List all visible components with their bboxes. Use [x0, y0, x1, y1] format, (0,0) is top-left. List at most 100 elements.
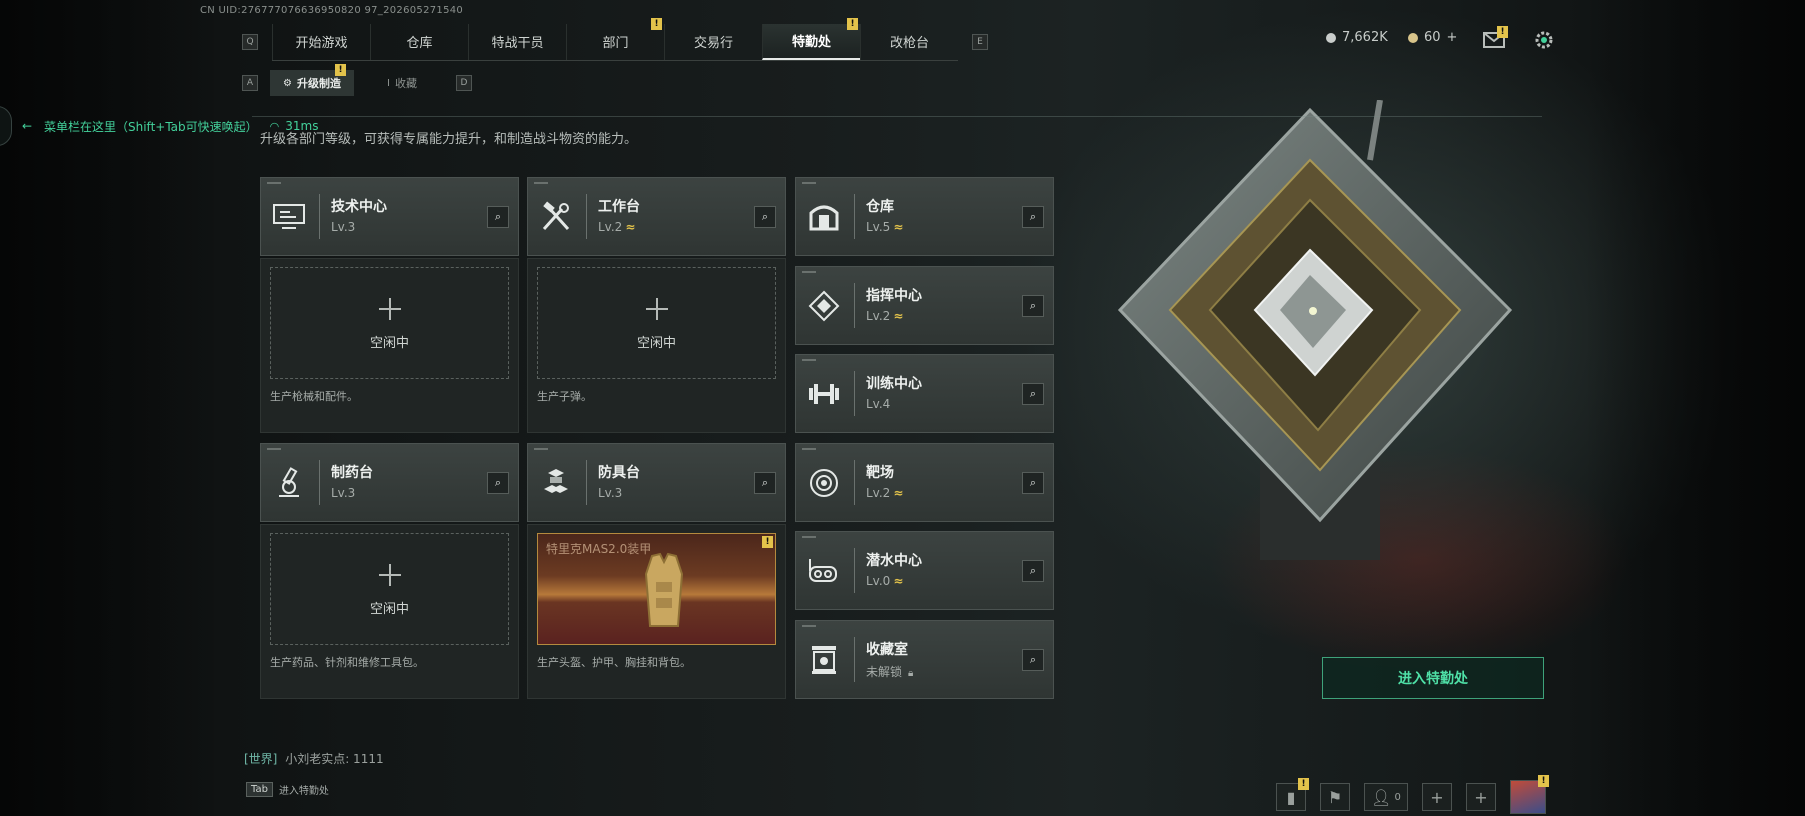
station-name: 仓库: [866, 199, 894, 215]
add-slot-button[interactable]: +: [1466, 783, 1496, 811]
flag-button[interactable]: ⚑: [1320, 783, 1350, 811]
tab-hint[interactable]: Tab 进入特勤处: [246, 782, 329, 797]
notification-badge: !: [651, 17, 662, 30]
search-icon: ⌕: [1029, 298, 1037, 312]
tab-hint-label: 进入特勤处: [278, 786, 329, 797]
top-navigation: Q 开始游戏 仓库 特战干员 部门! 交易行 特勤处! 改枪台 E: [242, 17, 988, 61]
subtab-upgrade-craft[interactable]: ⚙ 升级制造 !: [270, 64, 354, 96]
station-card-training[interactable]: 训练中心 Lv.4 ⌕: [795, 354, 1054, 433]
sub-navigation: A ⚙ 升级制造 ! Ⅰ 收藏 D: [242, 64, 472, 96]
production-panel-workbench: 空闲中 生产子弹。: [527, 258, 786, 433]
production-slot[interactable]: 空闲中: [537, 267, 776, 379]
nav-next-key[interactable]: E: [972, 34, 988, 50]
level-text: 未解锁: [866, 665, 903, 679]
tab-gunsmith[interactable]: 改枪台: [860, 23, 958, 60]
notification-badge: !: [762, 536, 773, 548]
card-divider: [319, 460, 320, 505]
user-uid: CN UID:276777076636950820 97_20260527154…: [200, 5, 464, 16]
subnav-next-key[interactable]: D: [456, 75, 472, 91]
production-item-slot[interactable]: 特里克MAS2.0装甲 !: [537, 533, 776, 645]
currency-coins[interactable]: 7,662K: [1326, 30, 1388, 45]
subnav-prev-key[interactable]: A: [242, 75, 258, 91]
station-card-range[interactable]: 靶场 Lv.2 ≈ ⌕: [795, 443, 1054, 522]
level-text: Lv.2: [598, 220, 623, 234]
upgrade-arrow-icon: ≈: [893, 574, 904, 588]
station-card-collection[interactable]: 收藏室 未解锁 🔒︎ ⌕: [795, 620, 1054, 699]
mail-icon[interactable]: !: [1482, 26, 1508, 54]
divider-line: [252, 116, 1542, 117]
tab-department[interactable]: 部门!: [566, 17, 664, 60]
search-button[interactable]: ⌕: [1022, 294, 1044, 317]
station-level: Lv.2 ≈: [598, 220, 635, 234]
add-ticket-button[interactable]: +: [1447, 30, 1458, 45]
card-corner-mark: [267, 182, 281, 184]
station-card-command[interactable]: 指挥中心 Lv.2 ≈ ⌕: [795, 266, 1054, 345]
world-chat-line[interactable]: [世界] 小刘老实点: 1111: [244, 750, 384, 767]
page-description: 升级各部门等级，可获得专属能力提升，和制造战斗物资的能力。: [260, 132, 638, 147]
search-button[interactable]: ⌕: [754, 205, 776, 228]
search-button[interactable]: ⌕: [1022, 559, 1044, 582]
card-divider: [854, 371, 855, 416]
tab-label: 开始游戏: [295, 36, 348, 51]
station-card-tech[interactable]: 技术中心 Lv.3 ⌕: [260, 177, 519, 256]
card-corner-mark: [802, 536, 816, 538]
slot-status: 空闲中: [636, 336, 676, 351]
microscope-icon: [271, 465, 307, 501]
station-level: Lv.4: [866, 397, 890, 411]
station-card-armor[interactable]: 防具台 Lv.3 ⌕: [527, 443, 786, 522]
panel-description: 生产枪械和配件。: [270, 390, 358, 403]
search-button[interactable]: ⌕: [1022, 471, 1044, 494]
settings-gear-icon[interactable]: [1532, 28, 1558, 54]
search-button[interactable]: ⌕: [1022, 205, 1044, 228]
card-corner-mark: [534, 448, 548, 450]
search-icon: ⌕: [1029, 386, 1037, 400]
search-button[interactable]: ⌕: [1022, 382, 1044, 405]
dive-mask-icon: [806, 553, 842, 589]
search-icon: ⌕: [1029, 209, 1037, 223]
card-divider: [854, 460, 855, 505]
coin-icon: [1326, 32, 1336, 43]
nav-prev-key[interactable]: Q: [242, 34, 258, 50]
subtab-collection[interactable]: Ⅰ 收藏: [360, 70, 444, 96]
notification-badge: !: [335, 64, 346, 76]
tab-warehouse[interactable]: 仓库: [370, 23, 468, 60]
tab-special-ops[interactable]: 特勤处!: [762, 17, 860, 60]
search-button[interactable]: ⌕: [487, 471, 509, 494]
card-divider: [854, 283, 855, 328]
production-slot[interactable]: 空闲中: [270, 533, 509, 645]
station-card-warehouse[interactable]: 仓库 Lv.5 ≈ ⌕: [795, 177, 1054, 256]
station-name: 技术中心: [331, 199, 387, 215]
search-button[interactable]: ⌕: [754, 471, 776, 494]
upgrade-arrow-icon: ≈: [625, 220, 636, 234]
search-icon: ⌕: [494, 475, 502, 489]
card-divider: [854, 548, 855, 593]
tab-operators[interactable]: 特战干员: [468, 23, 566, 60]
enter-special-ops-button[interactable]: 进入特勤处: [1322, 657, 1544, 699]
station-card-pharmacy[interactable]: 制药台 Lv.3 ⌕: [260, 443, 519, 522]
currency-tickets[interactable]: 60 +: [1408, 30, 1457, 45]
monitor-icon: [271, 199, 307, 235]
level-text: Lv.2: [866, 486, 891, 500]
stats-chart-button[interactable]: ▮!: [1276, 778, 1309, 811]
flag-icon: ⚑: [1327, 787, 1343, 807]
tab-trade[interactable]: 交易行: [664, 23, 762, 60]
tab-start-game[interactable]: 开始游戏: [272, 23, 370, 60]
station-card-workbench[interactable]: 工作台 Lv.2 ≈ ⌕: [527, 177, 786, 256]
upgrade-arrow-icon: ≈: [893, 309, 904, 323]
avatar[interactable]: !: [1510, 775, 1549, 814]
search-button[interactable]: ⌕: [487, 205, 509, 228]
tab-label: 部门: [602, 36, 629, 51]
station-level: Lv.3: [598, 486, 622, 500]
add-slot-button[interactable]: +: [1422, 783, 1452, 811]
friends-button[interactable]: 👤︎ 0: [1364, 783, 1408, 811]
search-button[interactable]: ⌕: [1022, 648, 1044, 671]
top-tabs: 开始游戏 仓库 特战干员 部门! 交易行 特勤处! 改枪台: [272, 17, 958, 61]
station-name: 收藏室: [866, 642, 908, 658]
menu-hint-pill[interactable]: ← 菜单栏在这里（Shift+Tab可快速唤起） ◠ 31ms: [0, 106, 318, 146]
station-card-diving[interactable]: 潜水中心 Lv.0 ≈ ⌕: [795, 531, 1054, 610]
search-icon: ⌕: [1029, 563, 1037, 577]
station-name: 靶场: [866, 465, 894, 481]
ticket-icon: [1408, 32, 1418, 43]
production-slot[interactable]: 空闲中: [270, 267, 509, 379]
card-divider: [854, 637, 855, 682]
